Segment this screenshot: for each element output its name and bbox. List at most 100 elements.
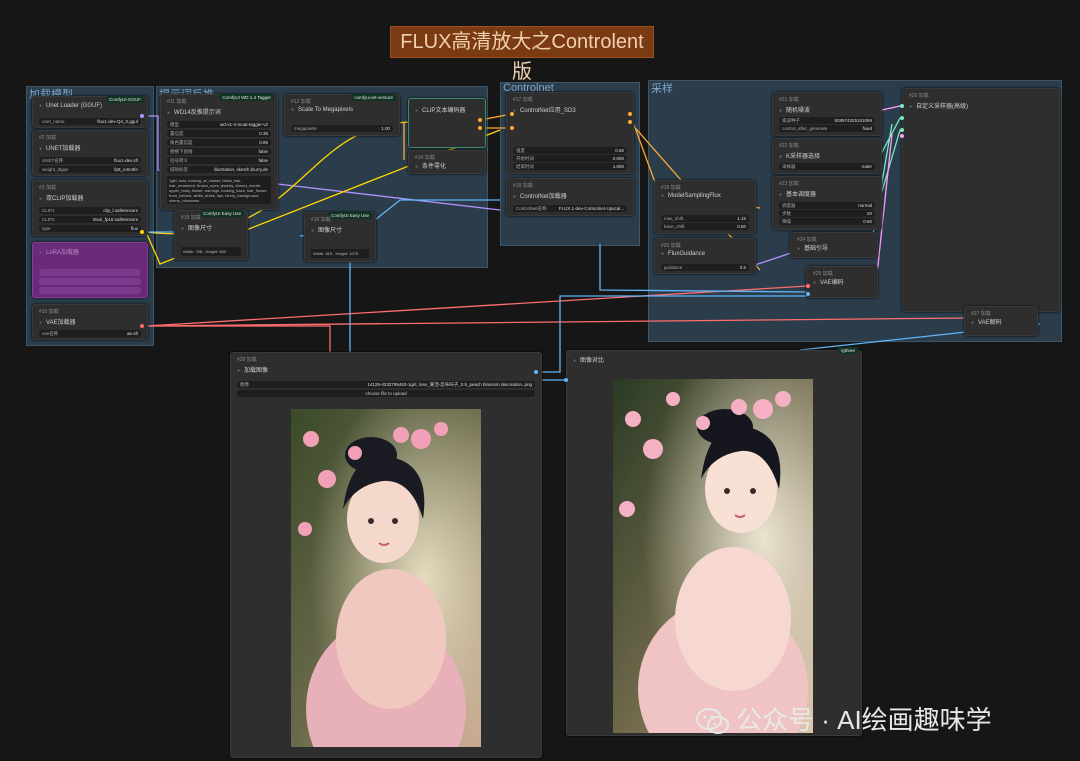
strength-widget[interactable]: 强度 0.60	[513, 147, 627, 154]
clip1-widget[interactable]: CLIP1 clip_l.safetensors	[39, 207, 141, 214]
output-port[interactable]	[140, 324, 144, 328]
load-image-node[interactable]: #28 加载 加载图像 图像 14129-4232795463-1girl, lo…	[230, 352, 542, 758]
tags-output-text[interactable]: 1girl, solo, looking_at_viewer, black_ha…	[167, 176, 271, 204]
unet-name-widget[interactable]: unet_name flux1-dev-Q4_0.gguf	[39, 118, 141, 125]
widget-label: vae名称	[42, 331, 59, 336]
node-badge: ComfyUI WD 1.4 Tagger	[219, 94, 274, 101]
controlnet-loader-node[interactable]: #18 加载 ControlNet加载器 ControlNet名称 FLUX.1-…	[506, 178, 634, 216]
unet-name-widget[interactable]: UNET名称 flux1-dev.sft	[39, 157, 141, 164]
widget-value: 1.00	[381, 126, 390, 131]
k-sampler-select-node[interactable]: #22 加载 K采样器选择 采样器 euler	[772, 138, 882, 174]
denoise-widget[interactable]: 降噪 0.60	[779, 218, 875, 225]
widget-label: 图像	[240, 382, 249, 387]
output-port[interactable]	[140, 114, 144, 118]
input-port[interactable]	[564, 378, 568, 382]
vae-name-widget[interactable]: vae名称 ae.sft	[39, 330, 141, 337]
lora-widget[interactable]	[39, 269, 141, 276]
model-sampling-flux-node[interactable]: #19 加载 ModelSamplingFlux max_shift 1.15 b…	[654, 180, 756, 234]
node-title: Unet Loader (GGUF)	[39, 103, 102, 109]
model-widget[interactable]: 模型 wd-v1-4-moat-tagger-v2	[167, 121, 271, 128]
node-title: 图像尺寸	[311, 225, 342, 234]
dual-clip-loader-node[interactable]: #3 加载 双CLIP加载器 CLIP1 clip_l.safetensors C…	[32, 180, 148, 236]
widget-label: 模型	[170, 122, 179, 127]
noise-seed-widget[interactable]: 噪波种子 928974325151069	[779, 117, 875, 124]
image-size-node-1[interactable]: ComfyUI Easy Use #15 加载 图像尺寸 Width: 768 …	[174, 210, 248, 260]
widget-value: euler	[861, 164, 872, 169]
lora-widget[interactable]	[39, 287, 141, 294]
clip-text-encode-node[interactable]: CLIP文本编码器	[408, 98, 486, 148]
scale-to-megapixels-node[interactable]: comfyui-art-venture #12 加载 Scale To Mega…	[284, 94, 400, 136]
wd14-tagger-node[interactable]: ComfyUI WD 1.4 Tagger #11 加载 WD14反推提示词 模…	[160, 94, 278, 210]
node-badge: comfyui-art-venture	[351, 94, 396, 101]
widget-label: 步数	[782, 211, 791, 216]
output-port[interactable]	[628, 112, 632, 116]
controlnet-name-widget[interactable]: ControlNet名称 FLUX.1-dev-Controlnet-Upscal…	[513, 205, 627, 212]
input-port[interactable]	[900, 128, 904, 132]
input-port[interactable]	[806, 292, 810, 296]
loaded-image-preview	[291, 409, 481, 747]
control-after-generate-widget[interactable]: control_after_generate fixed	[779, 125, 875, 132]
end-percent-widget[interactable]: 结束时间 1.000	[513, 163, 627, 170]
input-port[interactable]	[510, 126, 514, 130]
widget-value: t5xxl_fp16.safetensors	[92, 217, 138, 222]
node-id: #19 加载	[661, 185, 681, 191]
input-port[interactable]	[510, 112, 514, 116]
weight-dtype-widget[interactable]: weight_dtype fp8_e4m3fn	[39, 166, 141, 173]
node-title: ModelSamplingFlux	[661, 193, 721, 199]
output-port[interactable]	[140, 230, 144, 234]
escape-brackets-widget[interactable]: 括号转义 false	[167, 157, 271, 164]
output-port[interactable]	[534, 370, 538, 374]
widget-label: CLIP1	[42, 208, 55, 213]
random-noise-node[interactable]: #21 加载 随机噪波 噪波种子 928974325151069 control_…	[772, 92, 882, 136]
threshold-widget[interactable]: 置信度 0.35	[167, 130, 271, 137]
lora-widget[interactable]	[39, 278, 141, 285]
node-badge: rgthree	[837, 347, 858, 354]
guidance-widget[interactable]: guidance 3.5	[661, 264, 749, 271]
unet-loader-gguf-node[interactable]: ComfyUI-GGUF Unet Loader (GGUF) unet_nam…	[32, 96, 148, 128]
image-compare-node[interactable]: rgthree 图像对比	[566, 347, 862, 736]
conditioning-zero-out-node[interactable]: #14 加载 条件零化	[408, 150, 486, 174]
start-percent-widget[interactable]: 开始时间 0.000	[513, 155, 627, 162]
input-port[interactable]	[900, 104, 904, 108]
widget-value: 14129-4232795463-1girl, lose_果活-恋咔咔子_0.5…	[367, 382, 532, 387]
steps-widget[interactable]: 步数 20	[779, 210, 875, 217]
output-port[interactable]	[628, 120, 632, 124]
character-threshold-widget[interactable]: 角色置信度 0.85	[167, 139, 271, 146]
base-shift-widget[interactable]: base_shift 0.50	[661, 223, 749, 230]
sampler-name-widget[interactable]: 采样器 euler	[779, 163, 875, 170]
max-shift-widget[interactable]: max_shift 1.15	[661, 215, 749, 222]
node-title: Scale To Megapixels	[291, 107, 353, 113]
node-badge: ComfyUI Easy Use	[327, 212, 372, 219]
scheduler-widget[interactable]: 调度器 normal	[779, 202, 875, 209]
flux-guidance-node[interactable]: #20 加载 FluxGuidance guidance 3.5	[654, 238, 756, 274]
widget-value: wd-v1-4-moat-tagger-v2	[219, 122, 268, 127]
widget-value: FLUX.1-dev-Controlnet-Upscal...	[558, 206, 624, 211]
input-port[interactable]	[806, 284, 810, 288]
controlnet-apply-node[interactable]: #17 加载 ControlNet应用_SD3 强度 0.60 开始时间 0.000…	[506, 92, 634, 174]
vae-decode-node[interactable]: #27 加载 VAE解码	[964, 306, 1038, 336]
input-port[interactable]	[900, 134, 904, 138]
exclude-tags-widget[interactable]: 排除标签 illustration, sketch,blurry,de	[167, 166, 271, 173]
widget-label: 替换下划线	[170, 149, 193, 154]
image-size-node-2[interactable]: ComfyUI Easy Use #16 加载 图像尺寸 Width: 819 …	[304, 212, 376, 262]
replace-underscore-widget[interactable]: 替换下划线 false	[167, 148, 271, 155]
basic-scheduler-node[interactable]: #23 加载 基本调度器 调度器 normal 步数 20 降噪 0.60	[772, 176, 882, 230]
megapixels-widget[interactable]: megapixels 1.00	[291, 125, 393, 132]
input-port[interactable]	[900, 116, 904, 120]
output-port[interactable]	[478, 126, 482, 130]
clip-type-widget[interactable]: type flux	[39, 225, 141, 232]
sampler-custom-advanced-node[interactable]: #26 加载 自定义采样器(高级)	[902, 88, 1060, 312]
widget-value: flux1-dev-Q4_0.gguf	[97, 119, 138, 124]
node-title: 双CLIP加载器	[39, 193, 83, 202]
node-title: FluxGuidance	[661, 251, 705, 257]
output-port[interactable]	[478, 118, 482, 122]
vae-loader-node[interactable]: #10 加载 VAE加载器 vae名称 ae.sft	[32, 304, 148, 340]
choose-file-upload-button[interactable]: choose file to upload	[237, 390, 535, 397]
clip2-widget[interactable]: CLIP2 t5xxl_fp16.safetensors	[39, 216, 141, 223]
lora-loader-node-bypassed[interactable]: LoRA加载器	[32, 242, 148, 298]
image-select-widget[interactable]: 图像 14129-4232795463-1girl, lose_果活-恋咔咔子_0…	[237, 381, 535, 388]
image-size-text: Width: 819 , Height: 1075	[311, 249, 369, 258]
basic-guider-node[interactable]: #24 加载 基础引导	[790, 232, 878, 258]
unet-loader-node[interactable]: #2 加载 UNET加载器 UNET名称 flux1-dev.sft weight…	[32, 130, 148, 176]
vae-encode-node[interactable]: #25 加载 VAE编码	[806, 266, 878, 298]
